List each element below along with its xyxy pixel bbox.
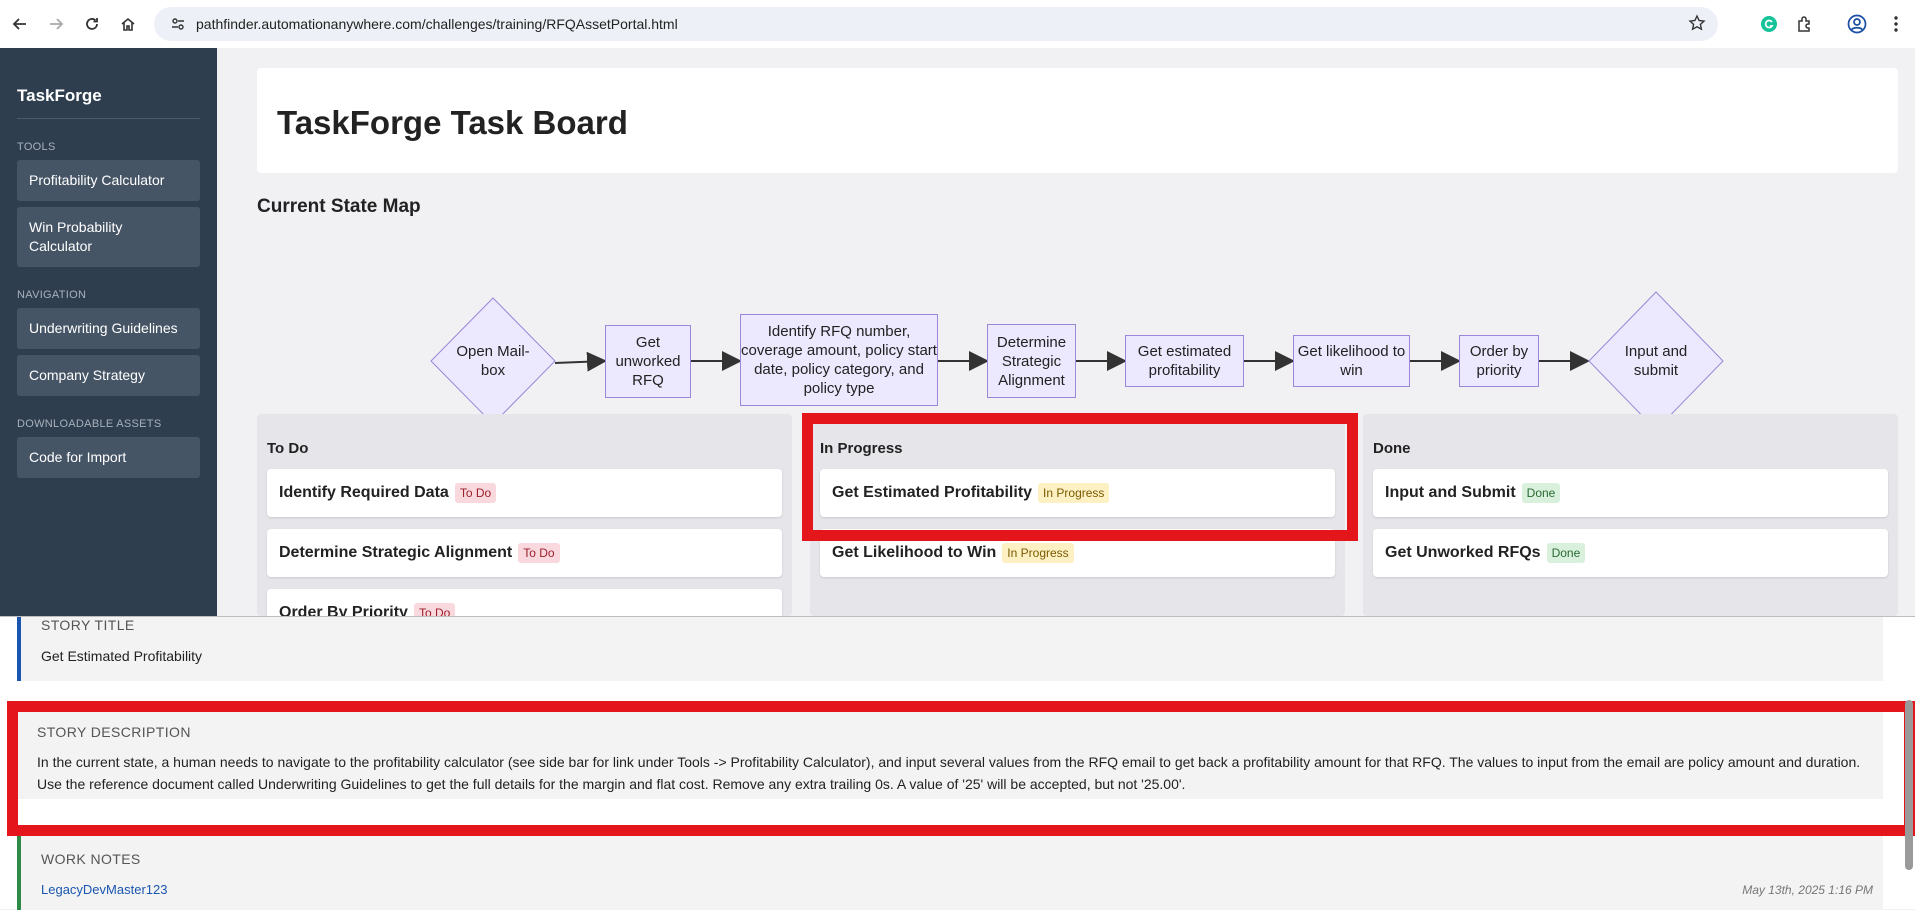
flow-node-get-likelihood: Get likelihood to win (1293, 335, 1410, 387)
state-map-title: Current State Map (257, 196, 421, 217)
profile-icon[interactable] (1845, 12, 1869, 36)
sidebar: TaskForge TOOLS Profitability Calculator… (0, 48, 217, 616)
task-name: Identify Required Data (279, 484, 449, 501)
column-done: Done Input and Submit Done Get Unworked … (1363, 414, 1898, 616)
flow-node-get-profitability: Get estimated profitability (1125, 335, 1244, 387)
more-menu-icon[interactable] (1884, 12, 1908, 36)
browser-toolbar: pathfinder.automationanywhere.com/challe… (0, 0, 1915, 48)
flow-node-open-mailbox: Open Mail- box (456, 343, 530, 379)
panel-scrollbar[interactable] (1905, 700, 1913, 870)
sidebar-item-company-strategy[interactable]: Company Strategy (17, 355, 200, 396)
sidebar-item-profitability-calculator[interactable]: Profitability Calculator (17, 160, 200, 201)
flow-node-identify-rfq: Identify RFQ number, coverage amount, po… (740, 314, 938, 406)
flow-node-order-priority: Order by priority (1459, 335, 1539, 387)
sidebar-section-tools: TOOLS (17, 141, 56, 153)
task-name: Input and Submit (1385, 484, 1516, 501)
story-title-value: Get Estimated Profitability (41, 648, 203, 664)
column-title: To Do (267, 440, 309, 457)
highlight-box-story-description (7, 701, 1915, 836)
sidebar-brand: TaskForge (17, 48, 200, 119)
extensions-icon[interactable] (1793, 12, 1817, 36)
column-todo: To Do Identify Required Data To Do Deter… (257, 414, 792, 637)
work-notes-label: WORK NOTES (41, 851, 141, 867)
status-badge: In Progress (1002, 543, 1074, 563)
story-title-label: STORY TITLE (41, 617, 135, 633)
task-name: Get Unworked RFQs (1385, 544, 1541, 561)
sidebar-item-win-probability-calculator[interactable]: Win Probability Calculator (17, 207, 200, 267)
task-card[interactable]: Input and Submit Done (1373, 469, 1888, 517)
task-card[interactable]: Get Unworked RFQs Done (1373, 529, 1888, 577)
status-badge: Done (1521, 483, 1561, 503)
task-card[interactable]: Identify Required Data To Do (267, 469, 782, 517)
sidebar-section-downloadable-assets: DOWNLOADABLE ASSETS (17, 418, 162, 430)
sidebar-item-code-for-import[interactable]: Code for Import (17, 437, 200, 478)
address-bar[interactable]: pathfinder.automationanywhere.com/challe… (154, 7, 1718, 41)
page-title: TaskForge Task Board (277, 104, 628, 141)
status-badge: To Do (454, 483, 497, 503)
status-badge: Done (1546, 543, 1586, 563)
sidebar-item-underwriting-guidelines[interactable]: Underwriting Guidelines (17, 308, 200, 349)
forward-icon[interactable] (40, 8, 72, 40)
url-text: pathfinder.automationanywhere.com/challe… (196, 16, 678, 32)
header-card: TaskForge Task Board (257, 68, 1898, 173)
flow-node-determine-alignment: Determine Strategic Alignment (987, 324, 1076, 398)
reload-icon[interactable] (76, 8, 108, 40)
sidebar-section-navigation: NAVIGATION (17, 289, 87, 301)
grammarly-icon[interactable] (1757, 12, 1781, 36)
back-icon[interactable] (4, 8, 36, 40)
bookmark-star-icon[interactable] (1688, 14, 1706, 37)
story-title-section: STORY TITLE Get Estimated Profitability (17, 617, 1883, 681)
work-notes-section: WORK NOTES LegacyDevMaster123 May 13th, … (17, 835, 1883, 910)
state-map-diagram: Open Mail- box Get unworked RFQ Identify… (217, 238, 1915, 418)
home-icon[interactable] (112, 8, 144, 40)
work-note-timestamp: May 13th, 2025 1:16 PM (1742, 883, 1873, 897)
status-badge: To Do (518, 543, 560, 563)
site-info-icon[interactable] (168, 14, 188, 34)
column-title: Done (1373, 440, 1411, 457)
task-card[interactable]: Determine Strategic Alignment To Do (267, 529, 782, 577)
flow-node-get-unworked-rfq: Get unworked RFQ (605, 325, 691, 398)
highlight-box-in-progress (802, 413, 1358, 541)
task-name: Get Likelihood to Win (832, 544, 997, 561)
task-name: Determine Strategic Alignment (279, 544, 513, 561)
work-note-author[interactable]: LegacyDevMaster123 (41, 879, 167, 901)
flow-node-input-submit: Input and submit (1624, 343, 1688, 379)
